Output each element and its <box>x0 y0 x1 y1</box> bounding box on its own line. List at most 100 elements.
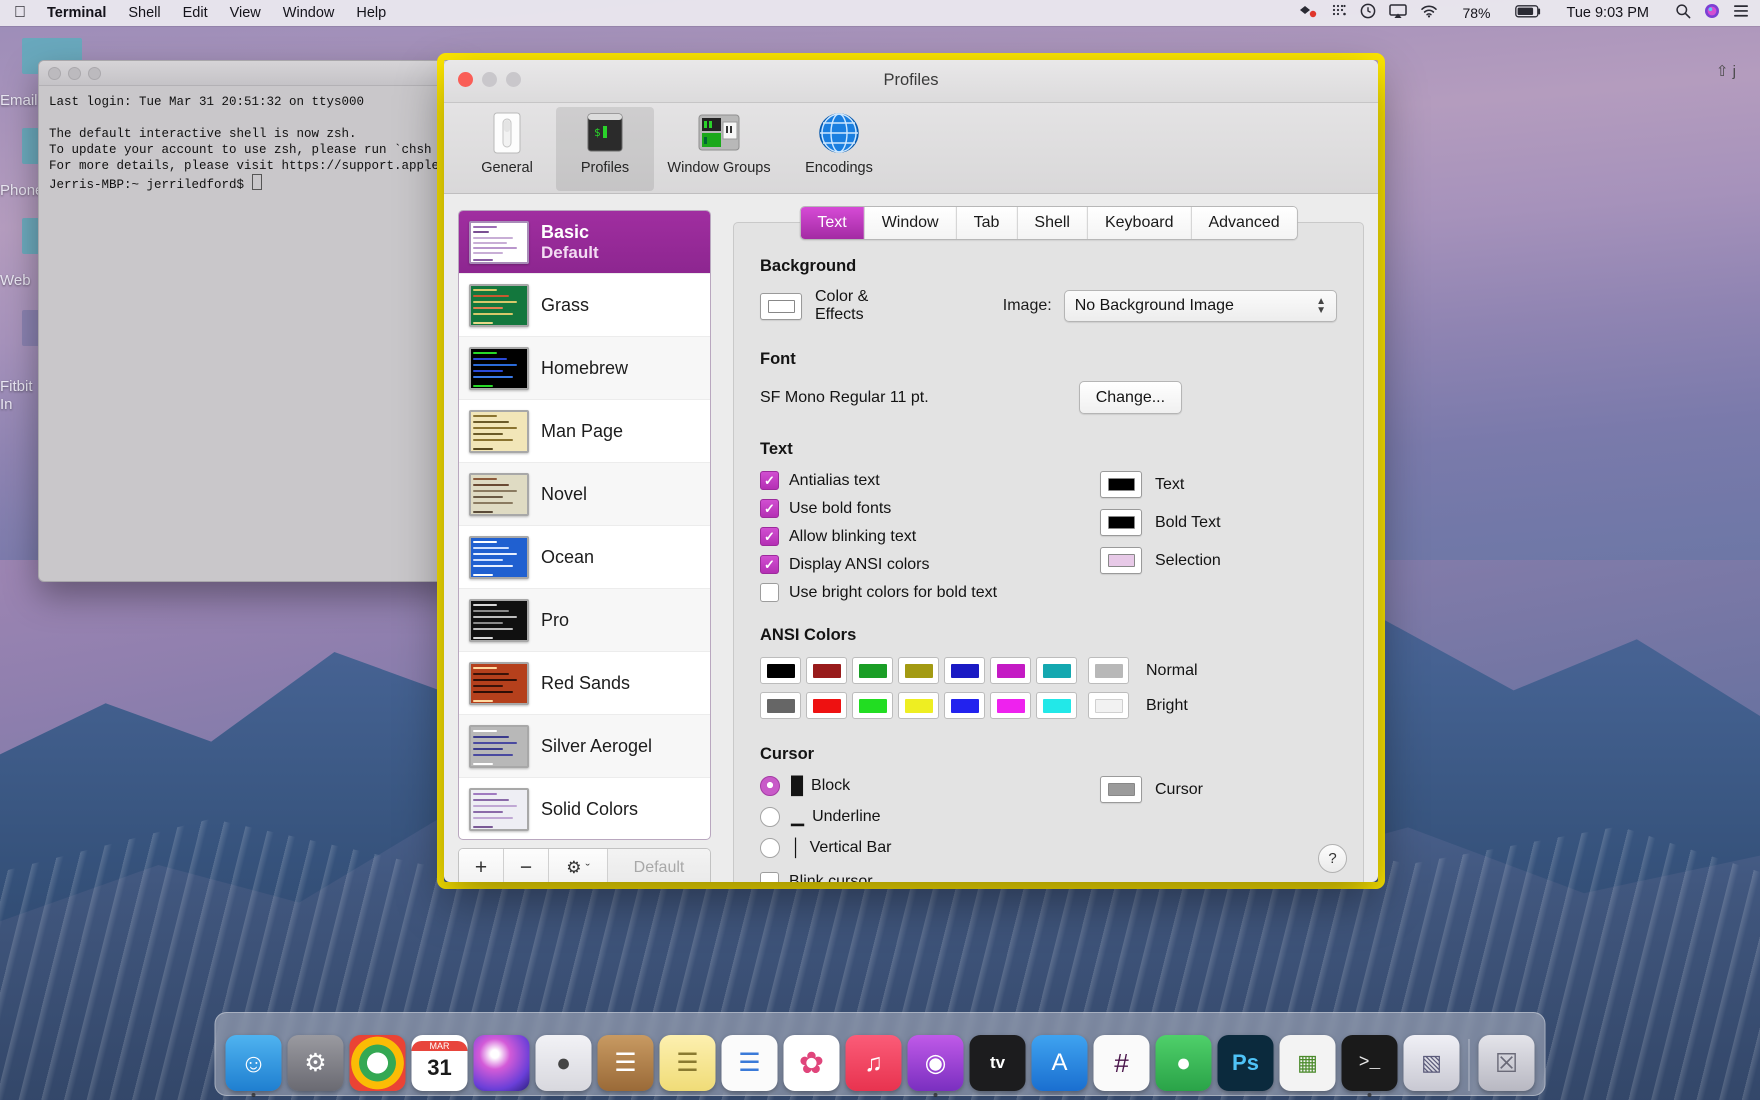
checkbox-blink-cursor[interactable]: Blink cursor <box>760 872 1090 882</box>
profile-row-man-page[interactable]: Man Page <box>459 400 710 463</box>
ansi-bright-swatch-4[interactable] <box>944 692 985 719</box>
terminal-window[interactable]: Last login: Tue Mar 31 20:51:32 on ttys0… <box>38 60 460 582</box>
color-well-button[interactable] <box>1100 776 1142 803</box>
reminders-icon[interactable]: ☰ <box>721 1035 778 1091</box>
podcasts-icon[interactable]: ◉ <box>907 1035 964 1097</box>
messages-icon[interactable]: ● <box>1155 1035 1212 1091</box>
profile-row-basic[interactable]: Basic Default <box>459 211 710 274</box>
profile-row-homebrew[interactable]: Homebrew <box>459 337 710 400</box>
finder-icon[interactable]: ☺ <box>225 1035 282 1097</box>
radio-cursor-vertical-bar[interactable]: │ Vertical Bar <box>760 838 1090 858</box>
color-well-bold-text[interactable]: Bold Text <box>1100 509 1221 536</box>
ansi-bright-swatch-6[interactable] <box>1036 692 1077 719</box>
terminal-close-button[interactable] <box>48 66 61 80</box>
slack-icon[interactable]: # <box>1093 1035 1150 1091</box>
trash-icon[interactable]: ☒ <box>1478 1035 1535 1091</box>
ansi-normal-swatch-3[interactable] <box>898 657 939 684</box>
background-image-select[interactable]: No Background Image ▲ ▼ <box>1063 290 1337 322</box>
ansi-bright-swatch-7[interactable] <box>1088 692 1129 719</box>
tab-shell[interactable]: Shell <box>1017 207 1088 239</box>
tab-advanced[interactable]: Advanced <box>1191 207 1297 239</box>
terminal-maximize-button[interactable] <box>88 66 101 80</box>
checkbox-antialias-text[interactable]: ✓ Antialias text <box>760 471 1090 490</box>
siri-icon[interactable] <box>473 1035 530 1091</box>
contacts-icon[interactable]: ☰ <box>597 1035 654 1091</box>
toolbar-item-window-groups[interactable]: Window Groups <box>654 107 784 191</box>
menu-item-window[interactable]: Window <box>272 0 346 26</box>
remove-profile-button[interactable]: − <box>504 849 549 882</box>
color-well-selection[interactable]: Selection <box>1100 547 1221 574</box>
books-icon[interactable]: ▧ <box>1403 1035 1460 1091</box>
profile-row-solid-colors[interactable]: Solid Colors <box>459 778 710 839</box>
ansi-normal-swatch-1[interactable] <box>806 657 847 684</box>
dropbox-icon[interactable] <box>1298 3 1318 23</box>
set-default-button[interactable]: Default <box>608 849 710 882</box>
checkbox-use-bright-colors-for-bold-text[interactable]: Use bright colors for bold text <box>760 583 1090 602</box>
profile-row-novel[interactable]: Novel <box>459 463 710 526</box>
profile-row-red-sands[interactable]: Red Sands <box>459 652 710 715</box>
background-color-effects-swatch[interactable] <box>760 292 802 320</box>
photoshop-icon[interactable]: Ps <box>1217 1035 1274 1091</box>
ansi-bright-swatch-3[interactable] <box>898 692 939 719</box>
ansi-normal-swatch-7[interactable] <box>1088 657 1129 684</box>
radio-cursor-block[interactable]: █ Block <box>760 776 1090 796</box>
color-well-button[interactable] <box>1100 471 1142 498</box>
wifi-icon[interactable] <box>1420 4 1438 22</box>
help-button[interactable]: ? <box>1318 844 1347 873</box>
ansi-normal-swatch-4[interactable] <box>944 657 985 684</box>
add-profile-button[interactable]: + <box>459 849 504 882</box>
profile-row-silver-aerogel[interactable]: Silver Aerogel <box>459 715 710 778</box>
profile-row-ocean[interactable]: Ocean <box>459 526 710 589</box>
ansi-normal-swatch-2[interactable] <box>852 657 893 684</box>
color-well-text[interactable]: Text <box>1100 471 1221 498</box>
ansi-bright-swatch-5[interactable] <box>990 692 1031 719</box>
toolbar-item-encodings[interactable]: Encodings <box>784 107 894 191</box>
apple-logo-icon[interactable]:  <box>0 2 36 24</box>
ansi-bright-swatch-1[interactable] <box>806 692 847 719</box>
radio-cursor-underline[interactable]: ▁ Underline <box>760 807 1090 827</box>
toolbar-item-general[interactable]: General <box>458 107 556 191</box>
terminal-icon[interactable]: >_ <box>1341 1035 1398 1097</box>
airplay-icon[interactable] <box>1389 3 1408 23</box>
menu-item-edit[interactable]: Edit <box>172 0 219 26</box>
terminal-minimize-button[interactable] <box>68 66 81 80</box>
notes-icon[interactable]: ☰ <box>659 1035 716 1091</box>
ansi-bright-swatch-0[interactable] <box>760 692 801 719</box>
menu-item-view[interactable]: View <box>219 0 272 26</box>
appstore-icon[interactable]: A <box>1031 1035 1088 1091</box>
profile-list[interactable]: Basic Default Grass Homebrew Man Page No… <box>458 210 711 840</box>
tab-text[interactable]: Text <box>800 207 865 239</box>
terminal-output[interactable]: Last login: Tue Mar 31 20:51:32 on ttys0… <box>39 86 459 201</box>
profile-row-grass[interactable]: Grass <box>459 274 710 337</box>
tab-keyboard[interactable]: Keyboard <box>1087 207 1192 239</box>
ansi-normal-swatch-6[interactable] <box>1036 657 1077 684</box>
profiles-preferences-window[interactable]: Profiles General $ Profiles Window Group… <box>444 60 1378 882</box>
checkbox-display-ansi-colors[interactable]: ✓ Display ANSI colors <box>760 555 1090 574</box>
spotlight-search-icon[interactable] <box>1675 3 1691 23</box>
menu-item-terminal[interactable]: Terminal <box>36 0 117 26</box>
control-center-icon[interactable] <box>1733 4 1750 22</box>
ansi-normal-swatch-5[interactable] <box>990 657 1031 684</box>
color-well-button[interactable] <box>1100 509 1142 536</box>
color-well-button[interactable] <box>1100 547 1142 574</box>
change-font-button[interactable]: Change... <box>1078 381 1183 414</box>
appletv-icon[interactable]: tv <box>969 1035 1026 1091</box>
profile-actions-gear-button[interactable]: ⚙ ˇ <box>549 849 608 882</box>
color-well-cursor[interactable]: Cursor <box>1100 776 1203 803</box>
checkbox-use-bold-fonts[interactable]: ✓ Use bold fonts <box>760 499 1090 518</box>
timemachine-icon[interactable] <box>1360 3 1376 23</box>
photos-icon[interactable]: ✿ <box>783 1035 840 1091</box>
menu-bar-clock[interactable]: Tue 9:03 PM <box>1556 0 1660 26</box>
ansi-bright-swatch-2[interactable] <box>852 692 893 719</box>
menu-item-help[interactable]: Help <box>345 0 397 26</box>
checkbox-allow-blinking-text[interactable]: ✓ Allow blinking text <box>760 527 1090 546</box>
calendar-icon[interactable]: MAR 31 <box>411 1035 468 1091</box>
toolbar-item-profiles[interactable]: $ Profiles <box>556 107 654 191</box>
launchpad-icon[interactable]: ● <box>535 1035 592 1091</box>
menu-item-shell[interactable]: Shell <box>117 0 171 26</box>
chrome-icon[interactable] <box>349 1035 406 1091</box>
ansi-normal-swatch-0[interactable] <box>760 657 801 684</box>
system-preferences-icon[interactable]: ⚙ <box>287 1035 344 1091</box>
tab-window[interactable]: Window <box>864 207 957 239</box>
tab-tab[interactable]: Tab <box>956 207 1018 239</box>
